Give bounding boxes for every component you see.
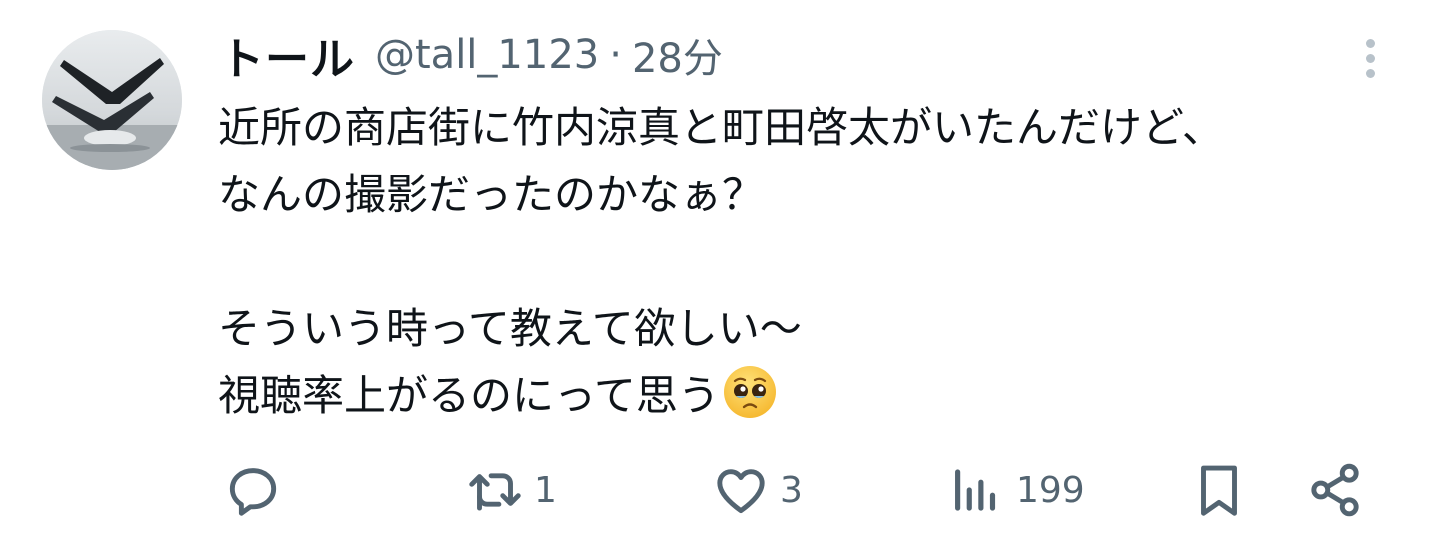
bookmark-button[interactable] [1188,455,1250,525]
timestamp[interactable]: 28分 [632,26,723,84]
bookmark-icon [1201,465,1237,516]
reply-button[interactable] [222,455,292,525]
separator-dot: · [609,32,622,78]
like-button[interactable]: 3 [710,455,803,525]
share-button[interactable] [1304,455,1366,525]
more-options-button[interactable] [1350,34,1390,82]
retweet-count: 1 [534,469,557,511]
pleading-face-emoji [723,366,776,418]
tweet-text: 近所の商店街に竹内涼真と町田啓太がいたんだけど、 なんの撮影だったのかなぁ？ そ… [218,94,1418,429]
like-count: 3 [780,469,803,511]
reply-icon [229,468,277,516]
tweet-header: トール @tall_1123 · 28分 [220,24,723,86]
action-bar: 1 3 199 [0,455,1440,525]
tweet-text-line: そういう時って教えて欲しい～ [218,304,802,353]
retweet-icon [469,473,521,511]
avatar-image [42,30,182,170]
more-dot [1365,68,1375,78]
user-handle[interactable]: @tall_1123 [375,32,599,78]
share-icon [1311,463,1359,517]
tweet-text-line: なんの撮影だったのかなぁ？ [218,170,765,219]
display-name[interactable]: トール [220,23,355,87]
tweet-text-line-with-emoji: 視聴率上がるのにって思う [218,362,1418,429]
tweet-text-line: 近所の商店街に竹内涼真と町田啓太がいたんだけど、 [218,103,1224,152]
tweet-text-line: 視聴率上がるのにって思う [218,371,720,420]
more-dot [1365,53,1375,63]
heart-icon [717,469,765,514]
avatar[interactable] [42,30,182,170]
retweet-button[interactable]: 1 [464,455,557,525]
views-button[interactable]: 199 [946,455,1085,525]
view-count: 199 [1016,469,1085,511]
more-dot [1365,38,1375,48]
views-chart-icon [955,469,996,511]
